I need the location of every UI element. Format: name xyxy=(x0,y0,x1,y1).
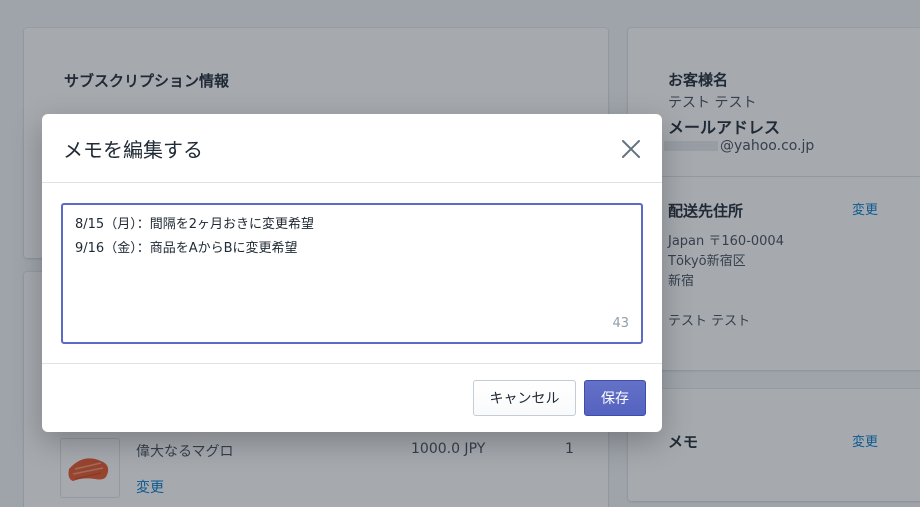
modal-title: メモを編集する xyxy=(63,138,203,162)
modal-footer: キャンセル 保存 xyxy=(42,363,662,432)
edit-memo-modal: メモを編集する 8/15（月）：間隔を2ヶ月おきに変更希望 9/16（金）：商品… xyxy=(42,114,662,432)
memo-textarea[interactable]: 8/15（月）：間隔を2ヶ月おきに変更希望 9/16（金）：商品をAからBに変更… xyxy=(61,203,643,344)
memo-line: 8/15（月）：間隔を2ヶ月おきに変更希望 xyxy=(75,217,314,232)
modal-body: 8/15（月）：間隔を2ヶ月おきに変更希望 9/16（金）：商品をAからBに変更… xyxy=(42,183,662,363)
save-button[interactable]: 保存 xyxy=(584,380,646,416)
cancel-button[interactable]: キャンセル xyxy=(473,380,576,416)
close-icon[interactable] xyxy=(616,134,646,164)
memo-line: 9/16（金）：商品をAからBに変更希望 xyxy=(75,241,298,256)
character-count: 43 xyxy=(612,316,629,331)
modal-header: メモを編集する xyxy=(42,114,662,183)
